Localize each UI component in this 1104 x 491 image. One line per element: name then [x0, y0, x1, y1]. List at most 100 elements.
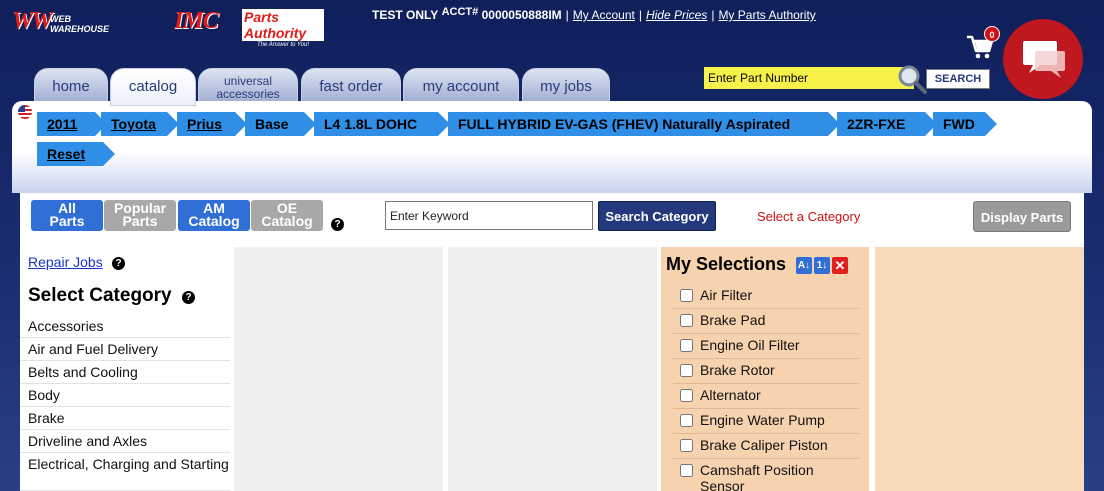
keyword-input[interactable]: [385, 201, 593, 230]
clear-icon[interactable]: ✕: [832, 257, 848, 274]
selection-checkbox[interactable]: [680, 314, 693, 327]
selection-label: Engine Water Pump: [700, 412, 825, 428]
select-category-heading: Select Category: [28, 285, 172, 306]
category-list: Accessories Air and Fuel Delivery Belts …: [20, 315, 230, 491]
category-item[interactable]: Electrical, Charging and Starting: [20, 453, 230, 491]
crumb-year[interactable]: 2011: [37, 112, 107, 136]
selection-item[interactable]: Brake Pad: [673, 309, 859, 334]
account-number: 0000050888IM: [481, 8, 562, 22]
my-selections-panel: My Selections A↓ 1↓ ✕ Air Filter Brake P…: [661, 247, 869, 491]
chat-icon: [1023, 41, 1065, 78]
subcategory-column: [234, 247, 443, 491]
vehicle-selector: 2011 Toyota Prius Base L4 1.8L DOHC FULL…: [12, 101, 1092, 193]
selection-label: Brake Caliper Piston: [700, 437, 828, 453]
crumb-engine[interactable]: L4 1.8L DOHC: [314, 112, 450, 136]
tab-fast-order[interactable]: fast order: [301, 68, 401, 104]
select-category-help-icon[interactable]: ?: [182, 291, 195, 304]
sort-numeric-icon[interactable]: 1↓: [814, 257, 830, 274]
selection-item[interactable]: Brake Caliper Piston: [673, 434, 859, 459]
parts-authority-tagline: The Answer to You!: [256, 42, 310, 48]
divider: |: [711, 8, 715, 22]
selection-item[interactable]: Engine Oil Filter: [673, 334, 859, 359]
tab-universal-accessories[interactable]: universal accessories: [198, 68, 298, 104]
selection-item[interactable]: Engine Water Pump: [673, 409, 859, 434]
category-sidebar: Repair Jobs ? Select Category ? Accessor…: [20, 247, 230, 491]
category-item[interactable]: Air and Fuel Delivery: [20, 338, 230, 361]
selection-item[interactable]: Air Filter: [673, 284, 859, 309]
am-catalog-button[interactable]: AM Catalog: [178, 200, 250, 231]
category-item[interactable]: Body: [20, 384, 230, 407]
selection-checkbox[interactable]: [680, 439, 693, 452]
hide-prices-link[interactable]: Hide Prices: [646, 8, 707, 22]
selection-label: Engine Oil Filter: [700, 337, 800, 353]
selection-checkbox[interactable]: [680, 389, 693, 402]
catalog-panel: All Parts Popular Parts AM Catalog OE Ca…: [20, 193, 1084, 491]
select-category-hint: Select a Category: [757, 209, 861, 224]
catalog-help-icon[interactable]: ?: [331, 218, 344, 231]
category-item[interactable]: Brake: [20, 407, 230, 430]
part-search: SEARCH: [704, 65, 990, 94]
tab-my-jobs[interactable]: my jobs: [522, 68, 610, 104]
selection-checkbox[interactable]: [680, 364, 693, 377]
my-selections-heading: My Selections: [666, 254, 787, 274]
category-item[interactable]: Driveline and Axles: [20, 430, 230, 453]
button-line: Catalog: [261, 213, 313, 229]
parts-authority-logo-text: Parts Authority: [242, 9, 324, 41]
category-item[interactable]: Accessories: [20, 315, 230, 338]
repair-jobs-help-icon[interactable]: ?: [112, 257, 125, 270]
selection-label: Camshaft Position Sensor: [700, 462, 814, 491]
sort-alpha-icon[interactable]: A↓: [796, 257, 812, 274]
crumb-model[interactable]: Prius: [177, 112, 247, 136]
cart-count-badge: 0: [984, 26, 1000, 42]
selection-item[interactable]: Alternator: [673, 384, 859, 409]
selection-label: Air Filter: [700, 287, 753, 303]
chat-button[interactable]: [1003, 19, 1083, 99]
acct-label: ACCT#: [441, 6, 479, 18]
my-parts-authority-link[interactable]: My Parts Authority: [718, 8, 815, 22]
account-bar: TEST ONLY ACCT# 0000050888IM | My Account |…: [372, 6, 816, 22]
imc-logo[interactable]: IMC: [174, 8, 219, 35]
reset-button[interactable]: Reset: [37, 142, 115, 166]
selection-checkbox[interactable]: [680, 414, 693, 427]
selection-checkbox[interactable]: [680, 289, 693, 302]
ww-logo-mark: WW: [12, 8, 53, 34]
tab-catalog[interactable]: catalog: [110, 68, 196, 106]
category-item[interactable]: Belts and Cooling: [20, 361, 230, 384]
my-account-link[interactable]: My Account: [573, 8, 635, 22]
display-parts-button[interactable]: Display Parts: [973, 201, 1071, 232]
oe-catalog-button[interactable]: OE Catalog: [251, 200, 323, 231]
selection-checkbox[interactable]: [680, 464, 693, 477]
selection-item[interactable]: Camshaft Position Sensor: [673, 459, 859, 491]
selection-item[interactable]: Brake Rotor: [673, 359, 859, 384]
ww-logo-text: WEB WAREHOUSE: [50, 14, 110, 34]
crumb-engine-code[interactable]: 2ZR-FXE: [837, 112, 937, 136]
all-parts-button[interactable]: All Parts: [31, 200, 103, 231]
part-type-column: [448, 247, 657, 491]
web-warehouse-logo[interactable]: WW WEB WAREHOUSE: [12, 8, 132, 38]
repair-jobs-link[interactable]: Repair Jobs: [28, 254, 103, 270]
selection-label: Brake Rotor: [700, 362, 775, 378]
magnifier-icon: [898, 65, 927, 94]
search-category-button[interactable]: Search Category: [598, 201, 716, 231]
crumb-make[interactable]: Toyota: [101, 112, 179, 136]
tab-home[interactable]: home: [34, 68, 108, 104]
parts-authority-logo[interactable]: Parts Authority The Answer to You!: [242, 9, 324, 48]
divider: |: [638, 8, 642, 22]
button-line: Parts: [122, 213, 158, 229]
crumb-trim[interactable]: Base: [245, 112, 316, 136]
divider: |: [565, 8, 569, 22]
button-line: Catalog: [188, 213, 240, 229]
crumb-fuel[interactable]: FULL HYBRID EV-GAS (FHEV) Naturally Aspi…: [448, 112, 840, 136]
part-search-button[interactable]: SEARCH: [926, 69, 990, 89]
button-line: Parts: [49, 213, 85, 229]
crumb-drive[interactable]: FWD: [933, 112, 997, 136]
tab-my-account[interactable]: my account: [403, 68, 519, 104]
part-number-input[interactable]: [704, 67, 914, 89]
selection-checkbox[interactable]: [680, 339, 693, 352]
selection-label: Brake Pad: [700, 312, 766, 328]
popular-parts-button[interactable]: Popular Parts: [104, 200, 176, 231]
us-flag-icon: [18, 105, 32, 119]
selection-label: Alternator: [700, 387, 761, 403]
test-only-label: TEST ONLY: [372, 8, 439, 22]
results-column: [875, 247, 1084, 491]
